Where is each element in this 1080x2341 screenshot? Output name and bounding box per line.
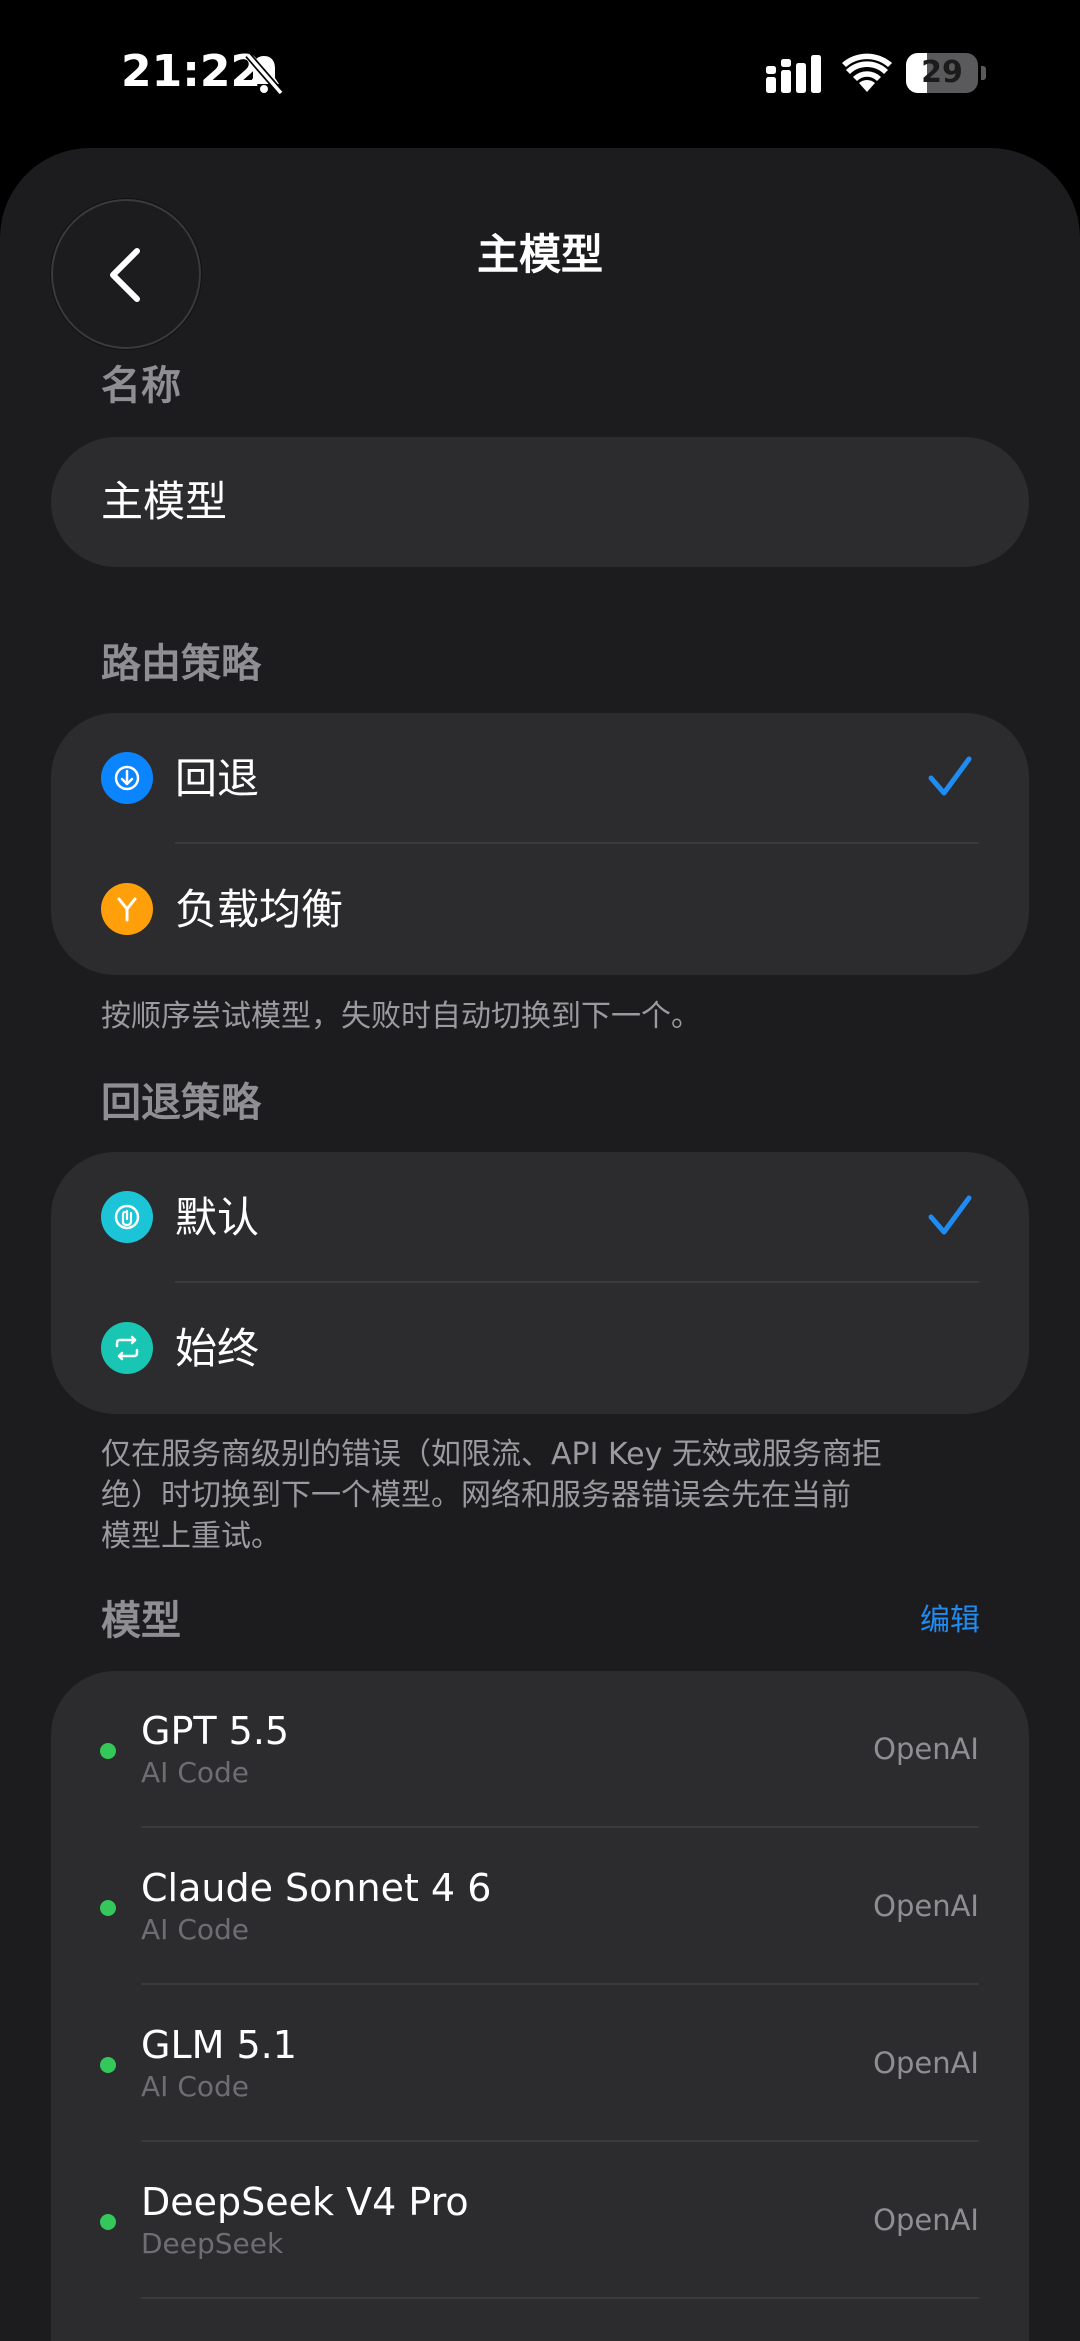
routing-option-load-balance[interactable]: 负载均衡	[51, 844, 1029, 975]
battery-indicator: 29	[906, 53, 988, 93]
model-source: DeepSeek	[141, 2227, 284, 2260]
model-row[interactable]: GPT 5.5 AI Code OpenAI	[51, 1671, 1029, 1828]
footnote-line: 绝）时切换到下一个模型。网络和服务器错误会先在当前	[101, 1478, 851, 1513]
checkmark-icon	[928, 1195, 972, 1235]
default-icon	[101, 1191, 153, 1243]
status-dot	[100, 1743, 116, 1759]
routing-footnote: 按顺序尝试模型，失败时自动切换到下一个。	[101, 999, 701, 1034]
name-section-label: 名称	[101, 363, 181, 409]
fallback-options-card: 默认 始终	[51, 1152, 1029, 1414]
edit-button[interactable]: 编辑	[920, 1600, 980, 1641]
fallback-footnote: 仅在服务商级别的错误（如限流、API Key 无效或服务商拒 绝）时切换到下一个…	[101, 1434, 981, 1557]
model-source: AI Code	[141, 1913, 249, 1946]
models-section-label: 模型	[101, 1598, 181, 1644]
fallback-option-default[interactable]: 默认	[51, 1152, 1029, 1283]
status-time: 21:22	[121, 46, 262, 97]
fallback-option-always[interactable]: 始终	[51, 1283, 1029, 1414]
routing-option-label: 负载均衡	[175, 885, 344, 934]
status-dot	[100, 1900, 116, 1916]
page-title: 主模型	[476, 230, 603, 279]
model-provider: OpenAI	[873, 1732, 979, 1766]
routing-section-label: 路由策略	[101, 641, 261, 687]
fallback-section-label: 回退策略	[101, 1080, 261, 1126]
model-row[interactable]: DeepSeek V4 Pro DeepSeek OpenAI	[51, 2142, 1029, 2299]
routing-option-fallback[interactable]: 回退	[51, 713, 1029, 844]
routing-options-card: 回退 负载均衡	[51, 713, 1029, 975]
model-row[interactable]: Claude Sonnet 4 6 AI Code OpenAI	[51, 1828, 1029, 1985]
model-row[interactable]: GLM 5.1 AI Code OpenAI	[51, 1985, 1029, 2142]
status-bar: 21:22 29	[0, 0, 1080, 148]
fallback-option-label: 始终	[175, 1324, 260, 1373]
bell-muted-icon	[245, 52, 284, 96]
model-name: GPT 5.5	[141, 1709, 290, 1753]
fallback-icon	[101, 752, 153, 804]
model-provider: OpenAI	[873, 2203, 979, 2237]
model-source: AI Code	[141, 1756, 249, 1789]
model-source: AI Code	[141, 2070, 249, 2103]
fallback-option-label: 默认	[175, 1193, 260, 1242]
checkmark-icon	[928, 756, 972, 796]
model-name: Claude Sonnet 4 6	[141, 1866, 492, 1910]
footnote-line: 模型上重试。	[101, 1519, 281, 1554]
repeat-icon	[101, 1322, 153, 1374]
wifi-icon	[842, 53, 892, 92]
model-name: DeepSeek V4 Pro	[141, 2180, 469, 2224]
battery-level: 29	[921, 55, 963, 90]
model-name: GLM 5.1	[141, 2023, 297, 2067]
name-field[interactable]: 主模型	[51, 437, 1029, 567]
status-dot	[100, 2214, 116, 2230]
models-list: GPT 5.5 AI Code OpenAI Claude Sonnet 4 6…	[51, 1671, 1029, 2341]
model-provider: OpenAI	[873, 1889, 979, 1923]
load-balance-icon	[101, 883, 153, 935]
model-provider: OpenAI	[873, 2046, 979, 2080]
footnote-line: 仅在服务商级别的错误（如限流、API Key 无效或服务商拒	[101, 1437, 882, 1472]
routing-option-label: 回退	[175, 754, 260, 803]
status-dot	[100, 2057, 116, 2073]
cellular-signal-icon	[766, 55, 821, 93]
divider	[141, 2297, 979, 2299]
